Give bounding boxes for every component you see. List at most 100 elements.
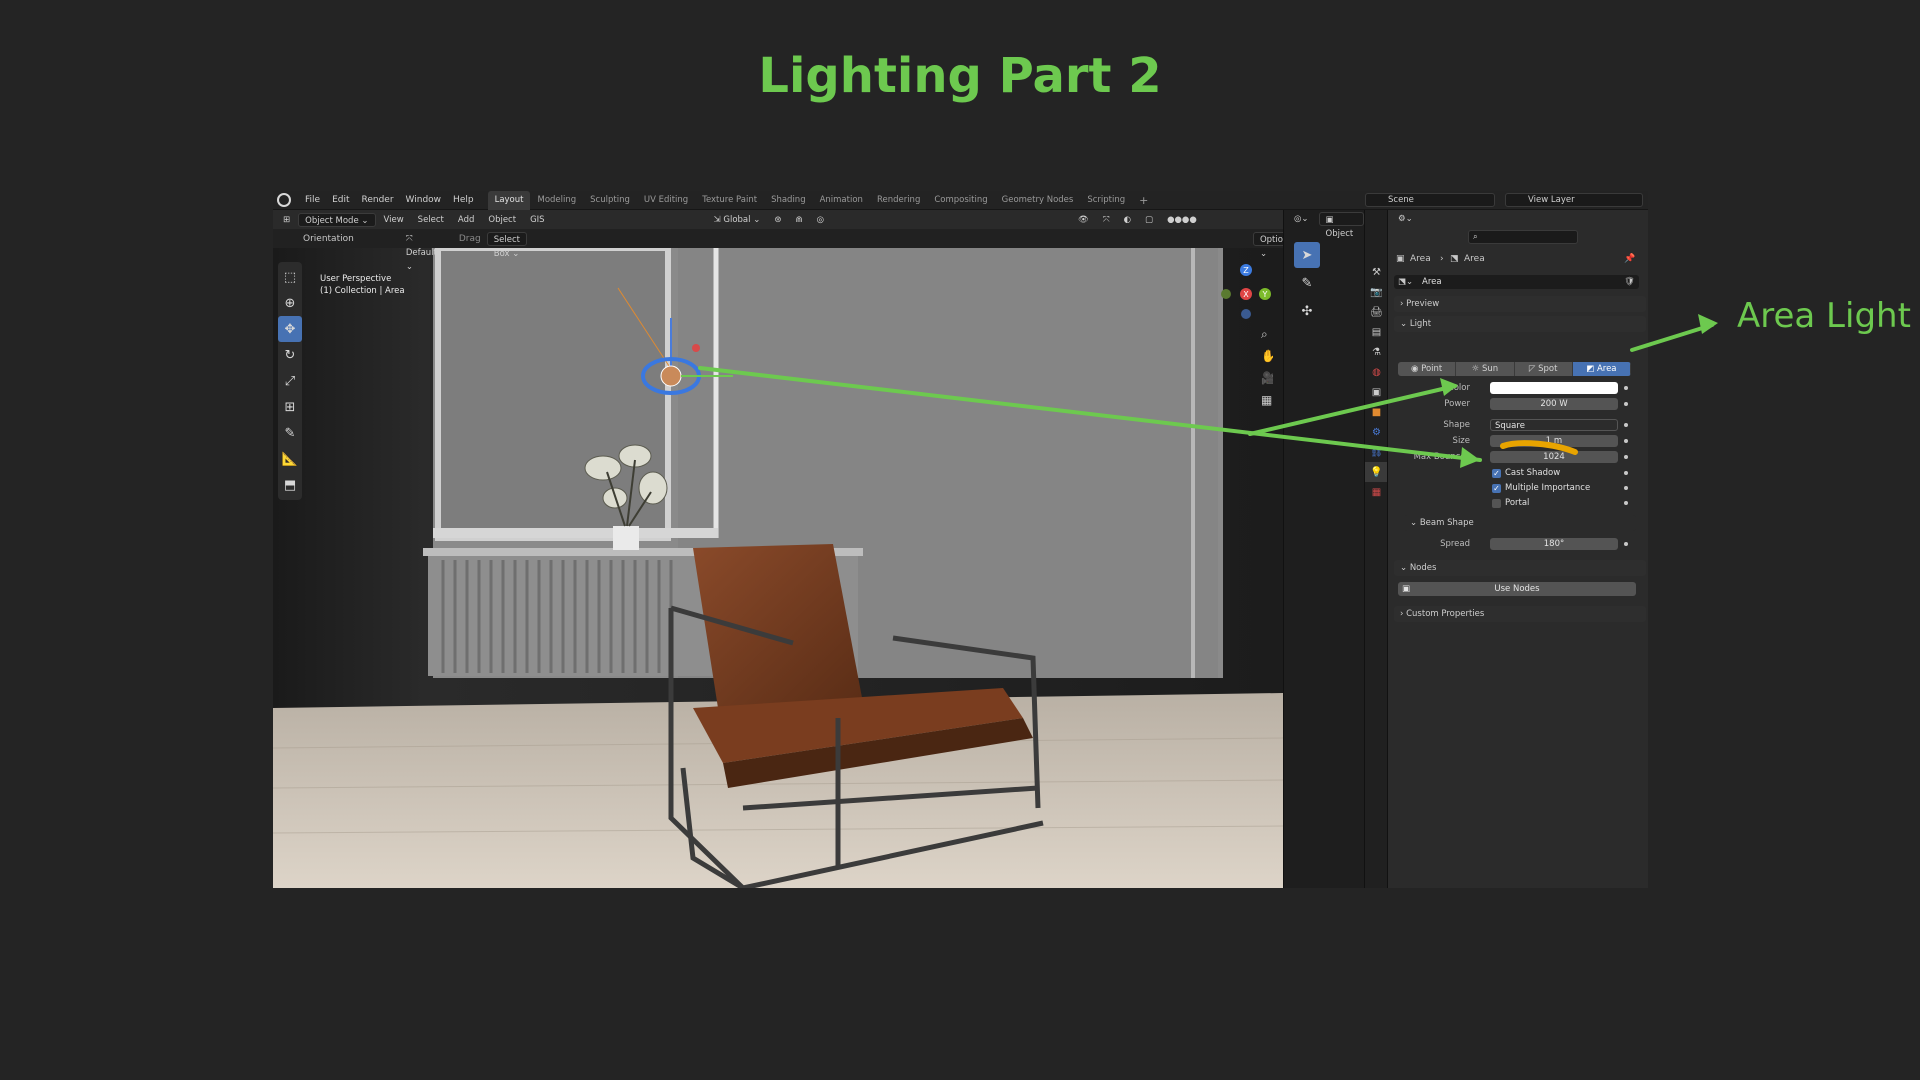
zoom-icon[interactable]: ⌕	[1261, 327, 1268, 341]
object-button[interactable]: ▣ Object	[1318, 212, 1364, 239]
light-type-sun[interactable]: ☼ Sun	[1456, 362, 1515, 376]
3d-viewport[interactable]: ⊞ Object Mode ⌄ View Select Add Object G…	[273, 210, 1300, 888]
max-bounces-keyframe-dot[interactable]	[1624, 455, 1628, 459]
transform-tool-icon[interactable]: ⊞	[278, 394, 302, 420]
object-mode-icon[interactable]: ◎⌄	[1288, 212, 1315, 226]
view-layer-selector[interactable]: View Layer	[1505, 193, 1643, 207]
scene-tab-icon[interactable]: ⚗	[1365, 342, 1388, 362]
world-tab-icon[interactable]: ◍	[1365, 362, 1388, 382]
tab-compositing[interactable]: Compositing	[927, 191, 994, 210]
section-custom-properties[interactable]: › Custom Properties	[1394, 606, 1646, 622]
section-beam-shape[interactable]: ⌄ Beam Shape	[1404, 515, 1636, 531]
color-keyframe-dot[interactable]	[1624, 386, 1628, 390]
snap-icon[interactable]: ⋒	[789, 213, 808, 227]
camera-view-icon[interactable]: 🎥	[1261, 371, 1273, 385]
menu-object[interactable]: Object	[482, 213, 522, 227]
scene-selector[interactable]: Scene	[1365, 193, 1495, 207]
add-cube-tool-icon[interactable]: ⬒	[278, 472, 302, 498]
spread-keyframe-dot[interactable]	[1624, 542, 1628, 546]
portal-checkbox[interactable]	[1492, 498, 1501, 508]
cursor-tool-icon[interactable]: ⊕	[278, 290, 302, 316]
constraints-tab-icon[interactable]: ⛓	[1365, 442, 1388, 462]
shape-keyframe-dot[interactable]	[1624, 423, 1628, 427]
navigation-gizmo[interactable]: Z X Y ⌕ ✋ 🎥 ▦	[1213, 258, 1273, 408]
proportional-edit-icon[interactable]: ◎	[811, 213, 830, 227]
menu-help[interactable]: Help	[447, 191, 480, 210]
light-type-spot[interactable]: ◸ Spot	[1515, 362, 1573, 376]
use-nodes-button[interactable]: ▣ Use Nodes	[1398, 582, 1636, 596]
tab-modeling[interactable]: Modeling	[530, 191, 583, 210]
menu-edit[interactable]: Edit	[326, 191, 355, 210]
menu-select[interactable]: Select	[412, 213, 450, 227]
tool-tab-icon[interactable]: ⚒	[1365, 262, 1388, 282]
menu-gis[interactable]: GIS	[524, 213, 551, 227]
annotate-tool-icon[interactable]: ✎	[278, 420, 302, 446]
color-swatch[interactable]	[1490, 382, 1618, 394]
editor-type-icon[interactable]: ⊞	[277, 213, 296, 227]
orientation-select[interactable]: ⤧ Default ⌄	[400, 232, 443, 272]
move-tool-icon[interactable]: ✥	[278, 316, 302, 342]
light-type-point[interactable]: ◉ Point	[1398, 362, 1457, 376]
overlay-toggle-icon[interactable]: ◐	[1118, 213, 1137, 227]
select-tool-icon[interactable]: ➤	[1294, 242, 1320, 268]
properties-editor-type-icon[interactable]: ⚙⌄	[1392, 212, 1419, 226]
cast-shadow-keyframe-dot[interactable]	[1624, 471, 1628, 475]
light-data-tab-icon[interactable]: 💡	[1365, 462, 1388, 482]
fake-user-icon[interactable]: 🛡	[1624, 275, 1635, 289]
datablock-field[interactable]: ⬔⌄ Area 🛡	[1394, 275, 1639, 289]
section-nodes[interactable]: ⌄ Nodes	[1394, 560, 1646, 576]
multiple-importance-keyframe-dot[interactable]	[1624, 486, 1628, 490]
collection-tab-icon[interactable]: ▣	[1365, 382, 1388, 402]
menu-file[interactable]: File	[299, 191, 326, 210]
object-tab-icon[interactable]: ■	[1365, 402, 1388, 422]
drag-select[interactable]: Select Box ⌄	[486, 231, 527, 259]
texture-tab-icon[interactable]: ▦	[1365, 482, 1388, 502]
size-field[interactable]: 1 m	[1490, 435, 1618, 447]
pivot-icon[interactable]: ⊛	[768, 213, 787, 227]
transform-orientation-select[interactable]: ⇲ Global ⌄	[708, 213, 767, 227]
power-field[interactable]: 200 W	[1490, 398, 1618, 410]
multiple-importance-checkbox[interactable]: ✓	[1492, 483, 1501, 493]
tab-geometry-nodes[interactable]: Geometry Nodes	[995, 191, 1081, 210]
tab-animation[interactable]: Animation	[813, 191, 870, 210]
tab-layout[interactable]: Layout	[487, 191, 531, 210]
output-tab-icon[interactable]: 🖨	[1365, 302, 1388, 322]
select-box-tool-icon[interactable]: ⬚	[278, 264, 302, 290]
pose-tool-icon[interactable]: ✣	[1294, 298, 1320, 324]
tab-shading[interactable]: Shading	[764, 191, 813, 210]
gizmo-toggle-icon[interactable]: ⤧	[1097, 213, 1116, 227]
tab-sculpting[interactable]: Sculpting	[583, 191, 637, 210]
tab-texture-paint[interactable]: Texture Paint	[695, 191, 764, 210]
section-preview[interactable]: › Preview	[1394, 296, 1646, 312]
rotate-tool-icon[interactable]: ↻	[278, 342, 302, 368]
xray-icon[interactable]: ▢	[1139, 213, 1159, 227]
grid-ortho-icon[interactable]: ▦	[1261, 393, 1272, 407]
section-light[interactable]: ⌄ Light	[1394, 316, 1646, 332]
mode-select[interactable]: Object Mode ⌄	[298, 212, 376, 227]
tab-rendering[interactable]: Rendering	[870, 191, 927, 210]
shading-modes-icon[interactable]: ●●●●	[1161, 213, 1203, 227]
gizmo-axis-neg-z[interactable]	[1241, 309, 1251, 319]
menu-render[interactable]: Render	[356, 191, 400, 210]
power-keyframe-dot[interactable]	[1624, 402, 1628, 406]
draw-tool-icon[interactable]: ✎	[1294, 270, 1320, 296]
menu-view[interactable]: View	[378, 213, 410, 227]
gizmo-axis-neg-y[interactable]	[1221, 289, 1231, 299]
measure-tool-icon[interactable]: 📐	[278, 446, 302, 472]
pan-hand-icon[interactable]: ✋	[1261, 349, 1273, 363]
add-workspace-button[interactable]: +	[1132, 191, 1155, 210]
render-tab-icon[interactable]: 📷	[1365, 282, 1388, 302]
size-keyframe-dot[interactable]	[1624, 439, 1628, 443]
menu-add[interactable]: Add	[452, 213, 480, 227]
modifiers-tab-icon[interactable]: ⚙	[1365, 422, 1388, 442]
max-bounces-field[interactable]: 1024	[1490, 451, 1618, 463]
light-type-area[interactable]: ◩ Area	[1572, 362, 1631, 376]
tab-scripting[interactable]: Scripting	[1080, 191, 1132, 210]
tab-uv-editing[interactable]: UV Editing	[637, 191, 695, 210]
portal-keyframe-dot[interactable]	[1624, 501, 1628, 505]
pin-icon[interactable]: 📌	[1624, 254, 1635, 264]
menu-window[interactable]: Window	[400, 191, 448, 210]
visibility-icon[interactable]: 👁	[1072, 213, 1095, 227]
properties-search[interactable]: ⌕	[1468, 230, 1578, 244]
shape-select[interactable]: Square	[1490, 419, 1618, 431]
